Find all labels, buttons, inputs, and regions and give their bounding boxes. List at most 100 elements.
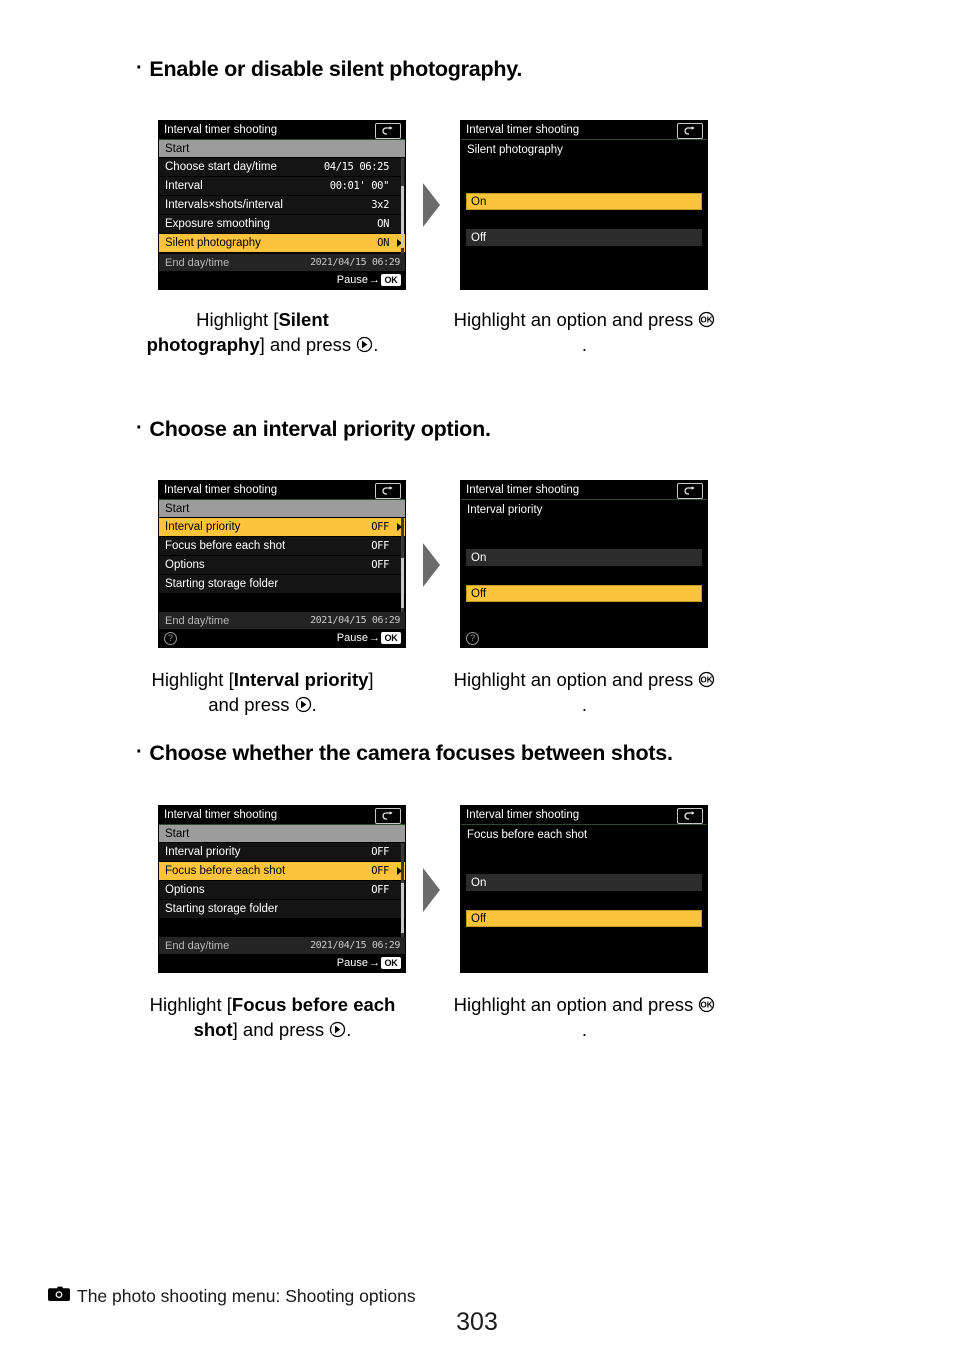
caption-right-3: Highlight an option and press OK. (452, 993, 717, 1043)
camera-screen-interval-timer-menu-3: Interval timer shooting Start Interval p… (158, 805, 406, 973)
screen-bottom-bar: Pause → OK (159, 954, 405, 972)
scrollbar[interactable] (401, 518, 404, 614)
screen-bottom-bar: ? Pause → OK (159, 629, 405, 647)
menu-row-focus-before-each-shot[interactable]: Focus before each shot OFF (159, 537, 405, 555)
status-end-day-time: End day/time 2021/04/15 06:29 (159, 937, 405, 954)
caption-text-end: . (581, 693, 588, 715)
screen-title: Interval timer shooting (466, 809, 580, 821)
menu-row-silent-photography[interactable]: Silent photography ON (159, 234, 405, 252)
caption-right-1: Highlight an option and press OK. (452, 308, 717, 358)
caption-text-pre: Highlight [ (151, 669, 234, 690)
return-arrow-icon[interactable] (375, 483, 401, 499)
menu-row-starting-storage-folder[interactable]: Starting storage folder (159, 575, 405, 593)
menu-rows: Start Interval priority OFF Focus before… (159, 825, 405, 939)
caption-text-pre: Highlight an option and press (453, 309, 699, 330)
caption-text-end: . (581, 1018, 588, 1040)
return-arrow-icon[interactable] (375, 123, 401, 139)
menu-row-value: OFF (371, 559, 389, 571)
step-heading-text: Choose whether the camera focuses betwee… (149, 741, 673, 765)
flow-arrow-icon-3 (423, 868, 440, 912)
pause-hint: Pause → OK (337, 274, 401, 286)
step-bullet: · (136, 417, 143, 439)
option-label: Off (471, 231, 487, 244)
screen-title: Interval timer shooting (466, 124, 580, 136)
screen-title: Interval timer shooting (466, 484, 580, 496)
menu-row-label: Interval (165, 180, 203, 192)
status-end-day-time: End day/time 2021/04/15 06:29 (159, 254, 405, 271)
arrow-right-glyph: → (369, 957, 380, 969)
camera-screen-interval-timer-menu-2: Interval timer shooting Start Interval p… (158, 480, 406, 648)
option-label: Off (471, 587, 487, 600)
caption-text-end: . (373, 333, 379, 355)
status-label: End day/time (165, 256, 230, 269)
scrollbar-thumb[interactable] (401, 883, 404, 933)
menu-row-start[interactable]: Start (159, 825, 405, 842)
flow-arrow-icon-2 (423, 543, 440, 587)
option-row-off[interactable]: Off (466, 229, 702, 246)
menu-row-focus-before-each-shot[interactable]: Focus before each shot OFF (159, 862, 405, 880)
step-heading-1: · Enable or disable silent photography. (136, 57, 522, 82)
scrollbar-thumb[interactable] (401, 186, 404, 248)
menu-row-starting-storage-folder[interactable]: Starting storage folder (159, 900, 405, 918)
pause-label: Pause (336, 957, 368, 969)
menu-row-label: Start (165, 142, 190, 155)
menu-row-interval[interactable]: Interval 00:01' 00" (159, 177, 405, 195)
screen-title-bar: Interval timer shooting (461, 806, 707, 825)
flow-arrow-icon-1 (423, 183, 440, 227)
return-arrow-icon[interactable] (375, 808, 401, 824)
option-row-on[interactable]: On (466, 549, 702, 566)
caption-text-end: . (311, 693, 317, 715)
menu-row-exposure-smoothing[interactable]: Exposure smoothing ON (159, 215, 405, 233)
scrollbar[interactable] (401, 843, 404, 939)
camera-screen-interval-priority-options: Interval timer shooting Interval priorit… (460, 480, 708, 648)
menu-rows: Start Choose start day/time 04/15 06:25 … (159, 140, 405, 254)
return-arrow-icon[interactable] (677, 123, 703, 139)
screen-title: Interval timer shooting (164, 124, 278, 136)
help-icon[interactable]: ? (466, 631, 479, 645)
screen-title-bar: Interval timer shooting (461, 121, 707, 140)
screen-bottom-bar: Pause → OK (159, 271, 405, 289)
menu-row-choose-start-day-time[interactable]: Choose start day/time 04/15 06:25 (159, 158, 405, 176)
option-row-on[interactable]: On (466, 874, 702, 891)
page-number: 303 (456, 1308, 498, 1336)
screen-title: Interval timer shooting (164, 484, 278, 496)
help-icon[interactable]: ? (164, 631, 177, 645)
screen-bottom-bar: ? (461, 629, 707, 647)
multi-selector-right-icon (329, 1020, 346, 1037)
caption-text-pre: Highlight [ (149, 994, 232, 1015)
pause-hint: Pause → OK (337, 632, 401, 644)
camera-icon (48, 1286, 70, 1307)
footer-text: The photo shooting menu: Shooting option… (77, 1286, 416, 1306)
menu-row-start[interactable]: Start (159, 500, 405, 517)
page-footer: The photo shooting menu: Shooting option… (48, 1286, 416, 1307)
menu-row-options[interactable]: Options OFF (159, 556, 405, 574)
return-arrow-icon[interactable] (677, 808, 703, 824)
return-arrow-icon[interactable] (677, 483, 703, 499)
scrollbar[interactable] (401, 158, 404, 254)
menu-row-label: Starting storage folder (165, 903, 279, 915)
camera-screen-focus-before-each-shot-options: Interval timer shooting Focus before eac… (460, 805, 708, 973)
menu-row-value: ON (377, 218, 389, 230)
pause-label: Pause (336, 632, 368, 644)
menu-row-label: Interval priority (165, 521, 241, 533)
menu-row-interval-priority[interactable]: Interval priority OFF (159, 518, 405, 536)
menu-row-label: Start (165, 502, 190, 515)
menu-row-options[interactable]: Options OFF (159, 881, 405, 899)
ok-button-icon: OK (381, 957, 401, 969)
status-label: End day/time (165, 614, 230, 627)
menu-row-intervals-shots[interactable]: Intervals×shots/interval 3x2 (159, 196, 405, 214)
menu-row-start[interactable]: Start (159, 140, 405, 157)
svg-text:OK: OK (701, 676, 713, 685)
status-value: 2021/04/15 06:29 (310, 257, 400, 268)
scrollbar-thumb[interactable] (401, 558, 404, 608)
menu-row-label: Intervals×shots/interval (165, 199, 283, 211)
menu-row-interval-priority[interactable]: Interval priority OFF (159, 843, 405, 861)
option-row-on[interactable]: On (466, 193, 702, 210)
menu-row-label: Starting storage folder (165, 578, 279, 590)
option-row-off[interactable]: Off (466, 585, 702, 602)
screen-title: Interval timer shooting (164, 809, 278, 821)
menu-row-label: Exposure smoothing (165, 218, 270, 230)
option-row-off[interactable]: Off (466, 910, 702, 927)
menu-row-value: 3x2 (371, 199, 389, 211)
ok-button-icon: OK (381, 274, 401, 286)
